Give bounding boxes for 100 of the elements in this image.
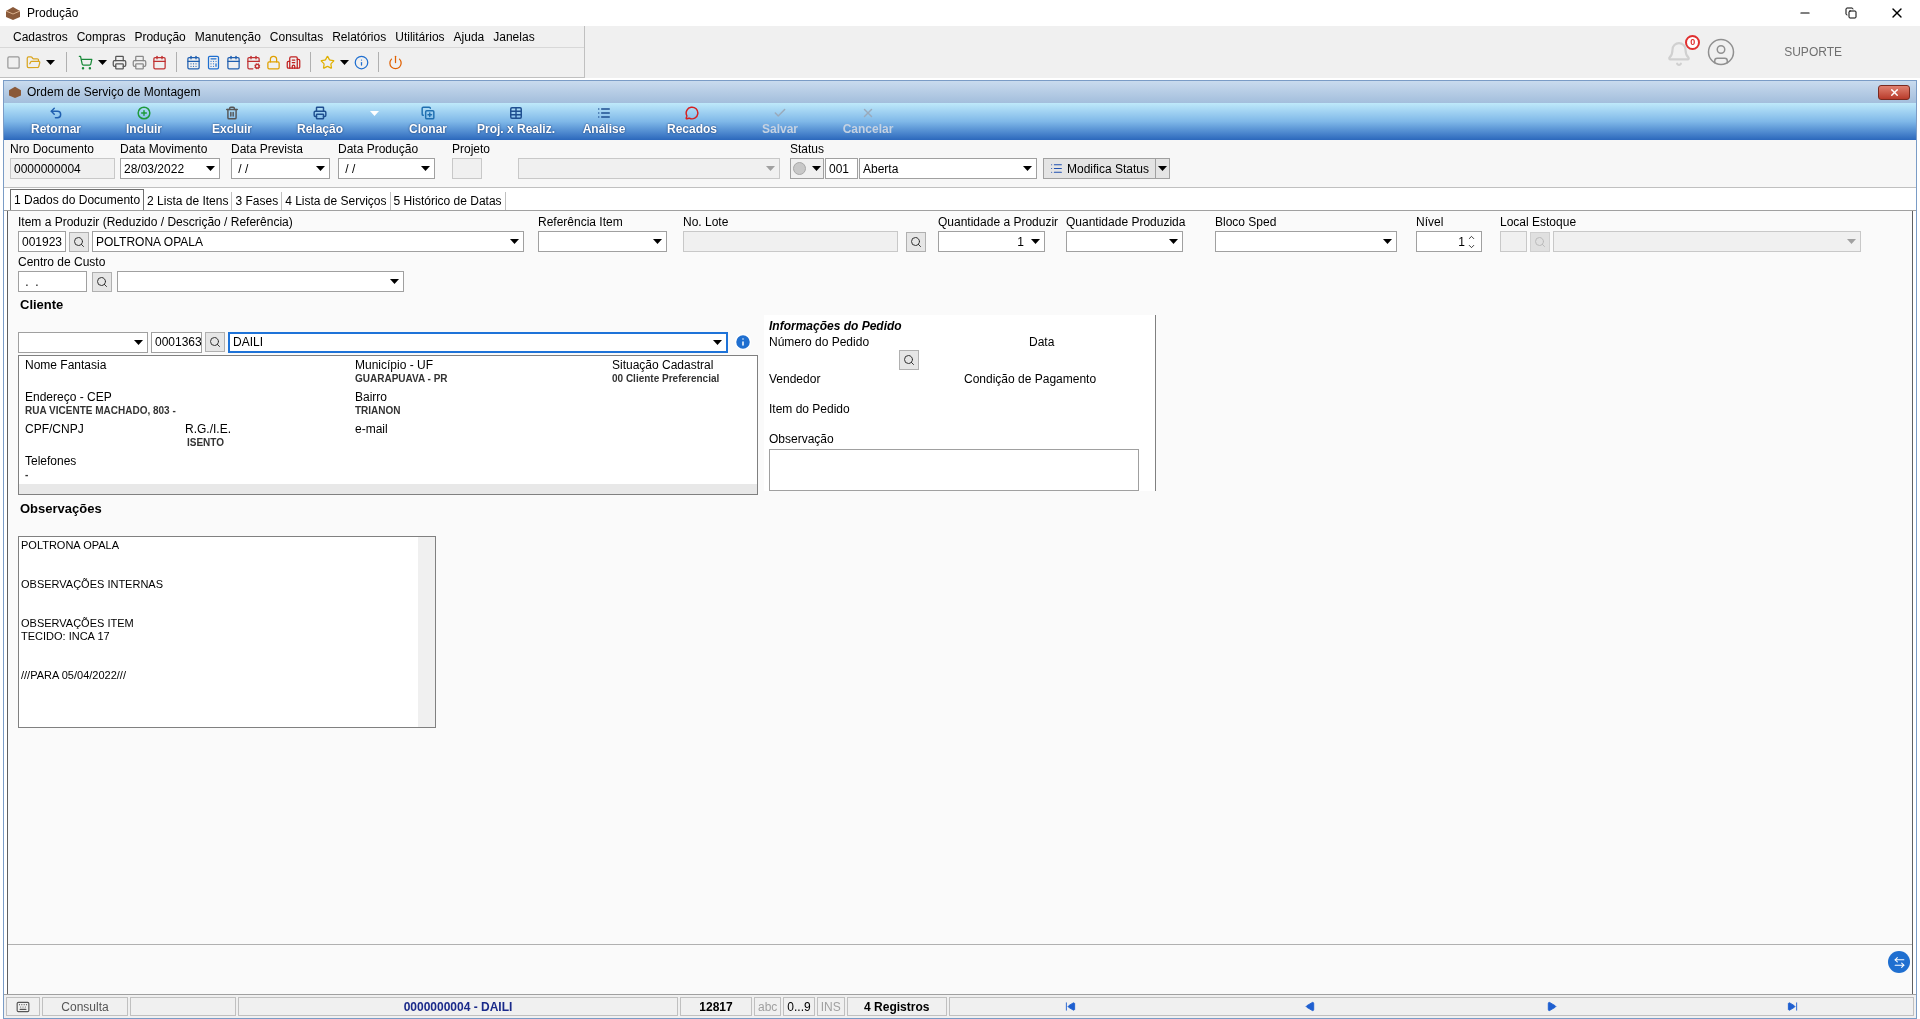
dropdown-field[interactable]: / / [231, 158, 330, 179]
dropdown-field[interactable] [117, 271, 404, 292]
close-button[interactable] [1878, 84, 1910, 100]
search-button[interactable] [205, 332, 225, 352]
field-label: Data [1029, 334, 1055, 351]
dropdown-field[interactable] [1066, 231, 1183, 252]
menu-item[interactable]: Utilitários [392, 27, 448, 46]
spin-field[interactable]: 1 [1416, 231, 1482, 252]
cart-icon[interactable] [78, 54, 93, 70]
check-icon [773, 106, 787, 120]
status-record: 0000000004 - DAILI [238, 997, 678, 1016]
printer-icon[interactable] [112, 54, 127, 70]
dropdown-field[interactable] [1215, 231, 1397, 252]
copy-icon [421, 106, 435, 120]
field-label: Condição de Pagamento [964, 371, 1097, 387]
user-name[interactable]: SUPORTE [1784, 43, 1842, 61]
last-record-icon[interactable] [1787, 1001, 1799, 1012]
field-value: RUA VICENTE MACHADO, 803 - [25, 404, 177, 417]
bell-icon[interactable] [1666, 41, 1693, 67]
menu-item[interactable]: Consultas [266, 27, 327, 46]
menu-item[interactable]: Compras [73, 27, 129, 46]
field-value: TRIANON [355, 404, 402, 417]
dropdown-field[interactable]: Aberta [859, 158, 1037, 179]
dropdown-field[interactable] [18, 331, 148, 353]
dropdown-arrow-icon [1158, 166, 1168, 171]
user-avatar-icon[interactable] [1706, 37, 1737, 67]
dropdown-field[interactable]: DAILI [228, 331, 728, 353]
field-value: - [25, 468, 30, 481]
keyboard-icon[interactable] [16, 999, 30, 1014]
app-title: Produção [27, 5, 79, 22]
field-value: 00 Cliente Preferencial [612, 372, 721, 385]
menu-item[interactable]: Produção [131, 27, 189, 46]
section-heading: Cliente [20, 296, 65, 314]
building-icon[interactable] [286, 54, 301, 70]
dropdown-field[interactable]: / / [338, 158, 435, 179]
field-label: Quantidade a Produzir [938, 215, 1060, 230]
status-color-dropdown[interactable] [790, 158, 824, 179]
search-button[interactable] [69, 231, 89, 252]
calendar-grid-icon[interactable] [186, 54, 201, 70]
calendar-icon[interactable] [152, 54, 167, 70]
text-field[interactable]: 0001363 [151, 331, 202, 353]
dropdown-arrow-icon [316, 166, 325, 171]
caret-icon [369, 111, 379, 116]
notes-textarea[interactable]: POLTRONA OPALA OBSERVAÇÕES INTERNAS OBSERVAÇÕES ITEM TECIDO: INCA 17 ///PARA 05/04/2022/// [18, 536, 436, 728]
dropdown-field[interactable] [1553, 231, 1861, 252]
calendar-icon[interactable] [226, 54, 241, 70]
field-label: Item a Produzir (Reduzido / Descrição / Referência) [18, 215, 294, 230]
menu-item[interactable]: Janelas [490, 27, 538, 46]
field-label: Nro Documento [10, 142, 96, 157]
modify-status-button[interactable]: Modifica Status [1043, 158, 1157, 179]
previous-record-icon[interactable] [1305, 1001, 1317, 1012]
menu-item[interactable]: Cadastros [10, 27, 71, 46]
text-field[interactable]: 001923 [18, 231, 66, 252]
dropdown-field[interactable]: POLTRONA OPALA [92, 231, 524, 252]
tab[interactable]: 2 Lista de Itens [144, 192, 233, 210]
search-button[interactable] [92, 271, 112, 292]
dropdown-field[interactable]: 28/03/2022 [120, 158, 220, 179]
calculator-icon[interactable] [206, 54, 221, 70]
tab[interactable]: 5 Histórico de Datas [390, 192, 506, 210]
plus-circle-icon [137, 106, 151, 120]
x-icon [861, 106, 875, 120]
vertical-scrollbar[interactable] [418, 537, 435, 727]
field-label: CPF/CNPJ [25, 421, 85, 437]
text-field[interactable]: . . [18, 271, 87, 292]
menu-item[interactable]: Ajuda [450, 27, 488, 46]
field-label: Endereço - CEP [25, 389, 113, 405]
dropdown-field[interactable] [538, 231, 667, 252]
power-icon[interactable] [388, 54, 403, 70]
menu-item[interactable]: Manutenção [191, 27, 264, 46]
remote-support-icon[interactable] [1888, 951, 1910, 973]
tab[interactable]: 1 Dados do Documento [10, 189, 145, 210]
info-icon[interactable] [354, 54, 369, 70]
field-label: Data Movimento [120, 142, 209, 157]
field-label: Número do Pedido [769, 334, 871, 350]
field-label: Data Produção [338, 142, 420, 157]
dropdown-arrow-icon [46, 59, 55, 65]
text-field[interactable]: 001 [825, 158, 858, 179]
dropdown-arrow-button[interactable] [1156, 158, 1171, 179]
dropdown-arrow-icon [421, 166, 430, 171]
search-button[interactable] [899, 349, 919, 370]
star-icon[interactable] [320, 54, 335, 70]
printer-icon[interactable] [132, 54, 147, 70]
field-label: Município - UF [355, 357, 435, 373]
dropdown-arrow-icon [340, 59, 349, 65]
search-button[interactable] [906, 231, 926, 252]
menu-item[interactable]: Relatórios [329, 27, 390, 46]
dropdown-field[interactable]: 1 [938, 231, 1045, 252]
observation-field[interactable] [769, 448, 1139, 491]
search-icon [1534, 235, 1546, 248]
horizontal-scrollbar[interactable] [19, 483, 757, 494]
calendar-gear-icon[interactable] [246, 54, 261, 70]
tab[interactable]: 4 Lista de Serviços [282, 192, 391, 210]
dropdown-arrow-icon [1847, 239, 1856, 244]
next-record-icon[interactable] [1546, 1001, 1558, 1012]
first-record-icon[interactable] [1064, 1001, 1076, 1012]
field-value: ISENTO [186, 436, 226, 449]
dropdown-arrow-icon [1169, 239, 1178, 244]
list-icon [1050, 162, 1063, 175]
printer-icon [313, 106, 327, 120]
tab[interactable]: 3 Fases [232, 192, 283, 210]
